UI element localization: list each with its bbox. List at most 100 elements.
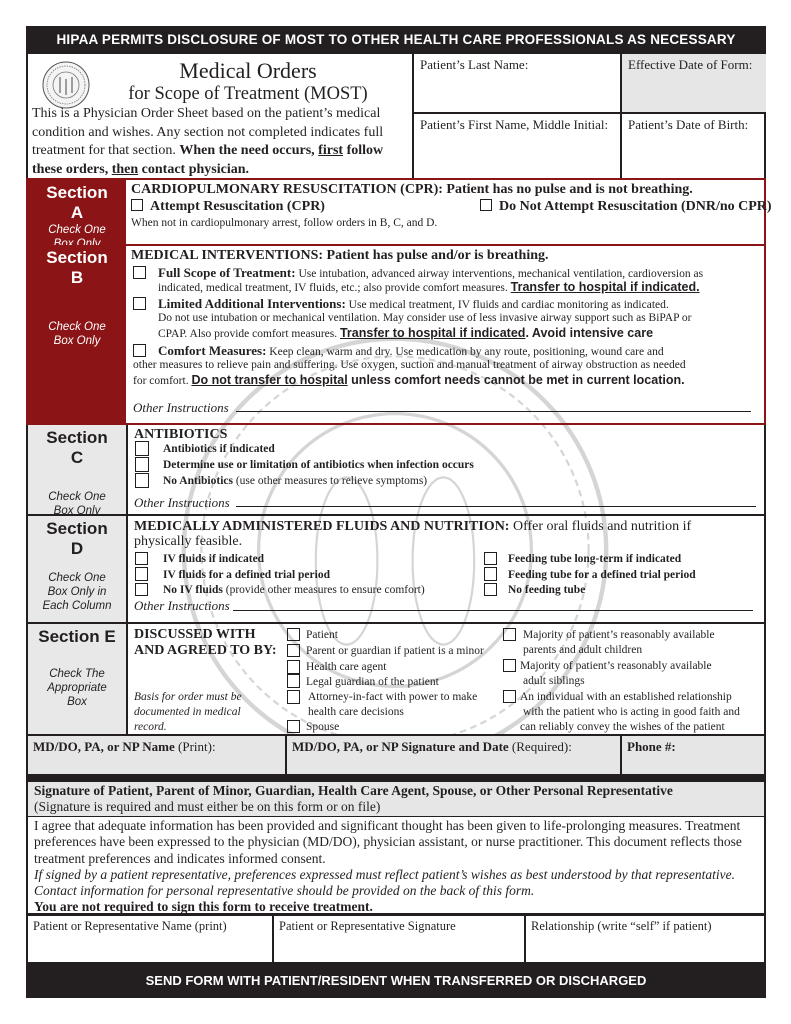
patient-first-name-field[interactable]: Patient’s First Name, Middle Initial: bbox=[414, 114, 622, 178]
option-label: IV fluids if indicated bbox=[163, 553, 265, 565]
section-a-heading: CARDIOPULMONARY RESUSCITATION (CPR): Pat… bbox=[131, 182, 693, 197]
checkbox-limited-interventions[interactable] bbox=[133, 297, 146, 310]
section-note: Check One Box Only bbox=[48, 321, 106, 347]
option-label: Attempt Resuscitation (CPR) bbox=[150, 199, 325, 214]
discussed-with-heading: DISCUSSED WITH bbox=[134, 627, 256, 642]
physician-phone-field[interactable]: Phone #: bbox=[622, 736, 764, 774]
option-label: parents and adult children bbox=[523, 644, 643, 656]
field-label: MD/DO, PA, or NP Signature and Date bbox=[292, 739, 509, 754]
field-label: Phone #: bbox=[627, 739, 676, 754]
agreed-to-heading: AND AGREED TO BY: bbox=[134, 643, 277, 658]
option-label: Patient bbox=[306, 629, 338, 641]
option-label: Antibiotics if indicated bbox=[163, 443, 275, 455]
checkbox-established-relationship[interactable] bbox=[503, 690, 516, 703]
option-text: for comfort. bbox=[133, 375, 192, 387]
patient-dob-field[interactable]: Patient’s Date of Birth: bbox=[622, 114, 766, 178]
checkbox-comfort-measures[interactable] bbox=[133, 344, 146, 357]
dnr-option[interactable]: Do Not Attempt Resuscitation (DNR/no CPR… bbox=[480, 199, 772, 214]
section-note: Check One Box Only in Each Column bbox=[42, 572, 112, 612]
option-emphasis: unless comfort needs cannot be met in cu… bbox=[347, 373, 685, 387]
option-title: Limited Additional Interventions: bbox=[158, 296, 346, 311]
cpr-option[interactable]: Attempt Resuscitation (CPR) bbox=[131, 199, 325, 214]
field-label: Patient or Representative Signature bbox=[279, 919, 456, 933]
checkbox-iv-trial-period[interactable] bbox=[135, 567, 148, 581]
physician-name-field[interactable]: MD/DO, PA, or NP Name (Print): bbox=[28, 736, 287, 774]
option-text: CPAP. Also provide comfort measures. bbox=[158, 328, 340, 340]
checkbox-parent-guardian[interactable] bbox=[287, 644, 300, 657]
option-label: Do Not Attempt Resuscitation (DNR/no CPR… bbox=[499, 199, 772, 214]
field-label: Patient’s First Name, Middle Initial: bbox=[420, 117, 609, 132]
section-letter: B bbox=[70, 268, 84, 287]
option-text: other measures to relieve pain and suffe… bbox=[133, 359, 686, 371]
effective-date-field[interactable]: Effective Date of Form: bbox=[622, 54, 766, 114]
section-b-body: MEDICAL INTERVENTIONS: Patient has pulse… bbox=[128, 245, 764, 423]
relationship-field[interactable]: Relationship (write “self” if patient) bbox=[526, 916, 764, 962]
section-a-label: Section A Check One Box Only bbox=[28, 180, 126, 250]
section-d-label: Section D Check One Box Only in Each Col… bbox=[28, 516, 128, 622]
option-text: Do not use intubation or mechanical vent… bbox=[158, 312, 692, 324]
physician-signature-field[interactable]: MD/DO, PA, or NP Signature and Date (Req… bbox=[287, 736, 622, 774]
form-title: Medical Orders bbox=[179, 58, 317, 83]
patient-last-name-field[interactable]: Patient’s Last Name: bbox=[414, 54, 622, 114]
consent-statement: I agree that adequate information has be… bbox=[26, 816, 766, 914]
option-label: An individual with an established relati… bbox=[520, 691, 732, 703]
section-c-body: ANTIBIOTICS Antibiotics if indicated Det… bbox=[128, 425, 764, 514]
option-text: Keep clean, warm and dry. Use medication… bbox=[266, 346, 664, 358]
option-label: Attorney-in-fact with power to make bbox=[308, 691, 478, 703]
option-label: Spouse bbox=[306, 721, 340, 733]
checkbox-no-iv-fluids[interactable] bbox=[135, 583, 148, 596]
field-label: Patient’s Last Name: bbox=[420, 57, 529, 72]
field-label: Relationship (write “self” if patient) bbox=[531, 919, 712, 933]
checkbox-attempt-cpr[interactable] bbox=[131, 199, 143, 211]
physician-signature-row: MD/DO, PA, or NP Name (Print): MD/DO, PA… bbox=[26, 736, 766, 774]
checkbox-attorney-in-fact[interactable] bbox=[287, 690, 300, 704]
section-b: Section B Check One Box Only MEDICAL INT… bbox=[26, 245, 766, 425]
other-instructions-d-field[interactable] bbox=[233, 610, 753, 611]
checkbox-antibiotics-if-indicated[interactable] bbox=[135, 441, 149, 456]
checkbox-majority-parents-children[interactable] bbox=[503, 628, 516, 641]
checkbox-health-care-agent[interactable] bbox=[287, 660, 300, 674]
checkbox-feeding-tube-trial[interactable] bbox=[484, 567, 497, 581]
option-label: Parent or guardian if patient is a minor bbox=[306, 645, 484, 657]
checkbox-feeding-tube-long-term[interactable] bbox=[484, 552, 497, 565]
option-label: IV fluids for a defined trial period bbox=[163, 569, 330, 581]
section-a: Section A Check One Box Only CARDIOPULMO… bbox=[26, 178, 772, 250]
other-instructions-c-field[interactable] bbox=[236, 506, 756, 507]
representative-subheading: (Signature is required and must either b… bbox=[34, 799, 381, 814]
option-emphasis: Transfer to hospital if indicated bbox=[339, 326, 526, 340]
option-label: health care decisions bbox=[308, 706, 404, 718]
field-label: (Print): bbox=[174, 739, 216, 754]
section-c-label: Section C Check One Box Only bbox=[28, 425, 128, 517]
intro-underline-first: first bbox=[318, 143, 344, 158]
section-e-body: DISCUSSED WITH AND AGREED TO BY: Basis f… bbox=[128, 624, 764, 734]
option-text: (use other measures to relieve symptoms) bbox=[232, 475, 428, 487]
checkbox-iv-if-indicated[interactable] bbox=[135, 552, 148, 565]
other-instructions-b-field[interactable] bbox=[236, 411, 751, 412]
checkbox-determine-antibiotics[interactable] bbox=[135, 457, 149, 472]
option-label: with the patient who is acting in good f… bbox=[523, 706, 740, 718]
checkbox-no-antibiotics[interactable] bbox=[135, 473, 149, 488]
section-word: Section bbox=[46, 183, 108, 202]
representative-signature-field[interactable]: Patient or Representative Signature bbox=[274, 916, 526, 962]
representative-heading: Signature of Patient, Parent of Minor, G… bbox=[34, 783, 673, 798]
section-d-body: MEDICALLY ADMINISTERED FLUIDS AND NUTRIT… bbox=[128, 516, 764, 622]
checkbox-dnr[interactable] bbox=[480, 199, 492, 211]
section-letter: D bbox=[70, 539, 84, 558]
section-word: Section bbox=[46, 519, 108, 538]
field-label: Patient or Representative Name (print) bbox=[33, 919, 227, 933]
hipaa-banner: HIPAA PERMITS DISCLOSURE OF MOST TO OTHE… bbox=[26, 26, 766, 54]
checkbox-majority-siblings[interactable] bbox=[503, 659, 516, 672]
option-text: (provide other measures to ensure comfor… bbox=[222, 584, 425, 596]
option-text: Use medical treatment, IV fluids and car… bbox=[345, 299, 669, 311]
checkbox-patient[interactable] bbox=[287, 628, 300, 641]
section-word: Section bbox=[46, 248, 108, 267]
checkbox-full-scope[interactable] bbox=[133, 266, 146, 279]
other-instructions-label: Other Instructions bbox=[134, 495, 230, 510]
checkbox-legal-guardian[interactable] bbox=[287, 674, 300, 688]
representative-name-field[interactable]: Patient or Representative Name (print) bbox=[28, 916, 274, 962]
checkbox-spouse[interactable] bbox=[287, 720, 300, 733]
section-c: Section C Check One Box Only ANTIBIOTICS… bbox=[26, 425, 766, 517]
checkbox-no-feeding-tube[interactable] bbox=[484, 583, 497, 596]
section-a-footnote: When not in cardiopulmonary arrest, foll… bbox=[131, 217, 438, 229]
section-c-heading: ANTIBIOTICS bbox=[134, 427, 228, 442]
